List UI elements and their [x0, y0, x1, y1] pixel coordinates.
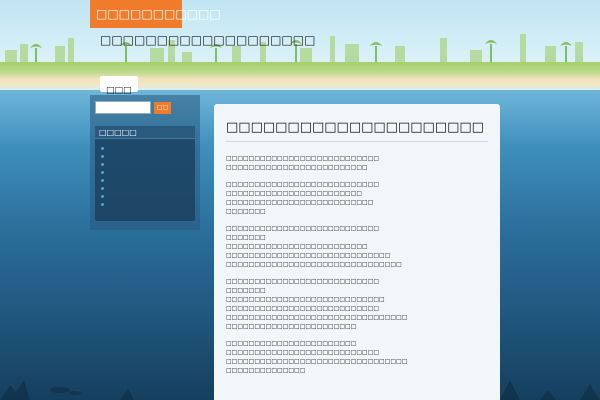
post-title[interactable]: □□□□□□□□□□□□□□□□□□□□□ [226, 120, 488, 142]
paragraph: □□□□□□□□□□□□□□□□□□□□□□□□□□□ □□□□□□□ □□□□… [226, 277, 488, 331]
text-line: □□□□□□□□□□□□□□□□□□□□□□□ [226, 340, 357, 347]
text-line: □□□□□□□□□□□□□□□□□□□□□□□□□□□□ [226, 296, 385, 303]
site-title-box[interactable]: □□□□□□□□□□□ [90, 0, 221, 28]
bullet-icon [101, 155, 104, 158]
list-item[interactable] [101, 153, 189, 161]
widget-list [95, 139, 195, 215]
search-button[interactable]: □□ [154, 101, 171, 114]
main-nav: □□□ [100, 76, 138, 96]
text-line: □□□□□□□□□□□□□□□□□□□□□□□□□□□ [226, 305, 380, 312]
text-line: □□□□□□□□□□□□□□□□□□□□□□□□□□□ [226, 278, 380, 285]
text-line: □□□□□□□ [226, 287, 266, 294]
widget-title: □□□□□ [95, 126, 195, 139]
text-line: □□□□□□□ [226, 208, 266, 215]
bullet-icon [101, 187, 104, 190]
sidebar-widget: □□□□□ [95, 126, 195, 221]
main-content: □□□□□□□□□□□□□□□□□□□□□ □□□□□□□□□□□□□□□□□□… [214, 104, 500, 400]
bullet-icon [101, 147, 104, 150]
text-line: □□□□□□□□□□□□□□□□□□□□□□□□□□□ [226, 181, 380, 188]
text-line: □□□□□□□□□□□□□□□□□□□□□□□□□□□□□□□□ [226, 314, 408, 321]
text-line: □□□□□□□□□□□□□□□□□□□□□□□ [226, 323, 357, 330]
paragraph: □□□□□□□□□□□□□□□□□□□□□□□□□□□ □□□□□□□□□□□□… [226, 180, 488, 216]
list-item[interactable] [101, 169, 189, 177]
site-description: □□□□□□□□□□□□□□□□□□□ [100, 33, 316, 47]
text-line: □□□□□□□□□□□□□□□□□□□□□□□□ [226, 190, 363, 197]
list-item[interactable] [101, 177, 189, 185]
sidebar: □□ □□□□□ [90, 95, 200, 230]
bullet-icon [101, 203, 104, 206]
list-item[interactable] [101, 161, 189, 169]
text-line: □□□□□□□□□□□□□□□□□□□□□□□□□□□ [226, 349, 380, 356]
beach-strip [0, 62, 600, 90]
text-line: □□□□□□□□□□□□□□□□□□□□□□□□□ [226, 164, 368, 171]
list-item[interactable] [101, 201, 189, 209]
text-line: □□□□□□□□□□□□□□□□□□□□□□□□□□□□□□□ [226, 261, 402, 268]
bullet-icon [101, 171, 104, 174]
text-line: □□□□□□□□□□□□□□□□□□□□□□□□□□□□□□□□ [226, 358, 408, 365]
paragraph: □□□□□□□□□□□□□□□□□□□□□□□□□□□ □□□□□□□□□□□□… [226, 154, 488, 172]
list-item[interactable] [101, 185, 189, 193]
list-item[interactable] [101, 145, 189, 153]
bullet-icon [101, 195, 104, 198]
text-line: □□□□□□□□□□□□□□□□□□□□□□□□□□□□□ [226, 252, 391, 259]
site-title[interactable]: □□□□□□□□□□□ [96, 4, 221, 24]
text-line: □□□□□□□□□□□□□□□□□□□□□□□□□ [226, 243, 368, 250]
text-line: □□□□□□□ [226, 234, 266, 241]
list-item[interactable] [101, 193, 189, 201]
paragraph: □□□□□□□□□□□□□□□□□□□□□□□□□□□ □□□□□□□ □□□□… [226, 224, 488, 269]
search-form: □□ [95, 101, 195, 114]
post-body: □□□□□□□□□□□□□□□□□□□□□□□□□□□ □□□□□□□□□□□□… [226, 154, 488, 375]
text-line: □□□□□□□□□□□□□□□□□□□□□□□□□□ [226, 199, 374, 206]
bullet-icon [101, 163, 104, 166]
text-line: □□□□□□□□□□□□□□ [226, 367, 306, 374]
text-line: □□□□□□□□□□□□□□□□□□□□□□□□□□□ [226, 155, 380, 162]
search-input[interactable] [95, 101, 151, 114]
paragraph: □□□□□□□□□□□□□□□□□□□□□□□ □□□□□□□□□□□□□□□□… [226, 339, 488, 375]
text-line: □□□□□□□□□□□□□□□□□□□□□□□□□□□ [226, 225, 380, 232]
bullet-icon [101, 179, 104, 182]
